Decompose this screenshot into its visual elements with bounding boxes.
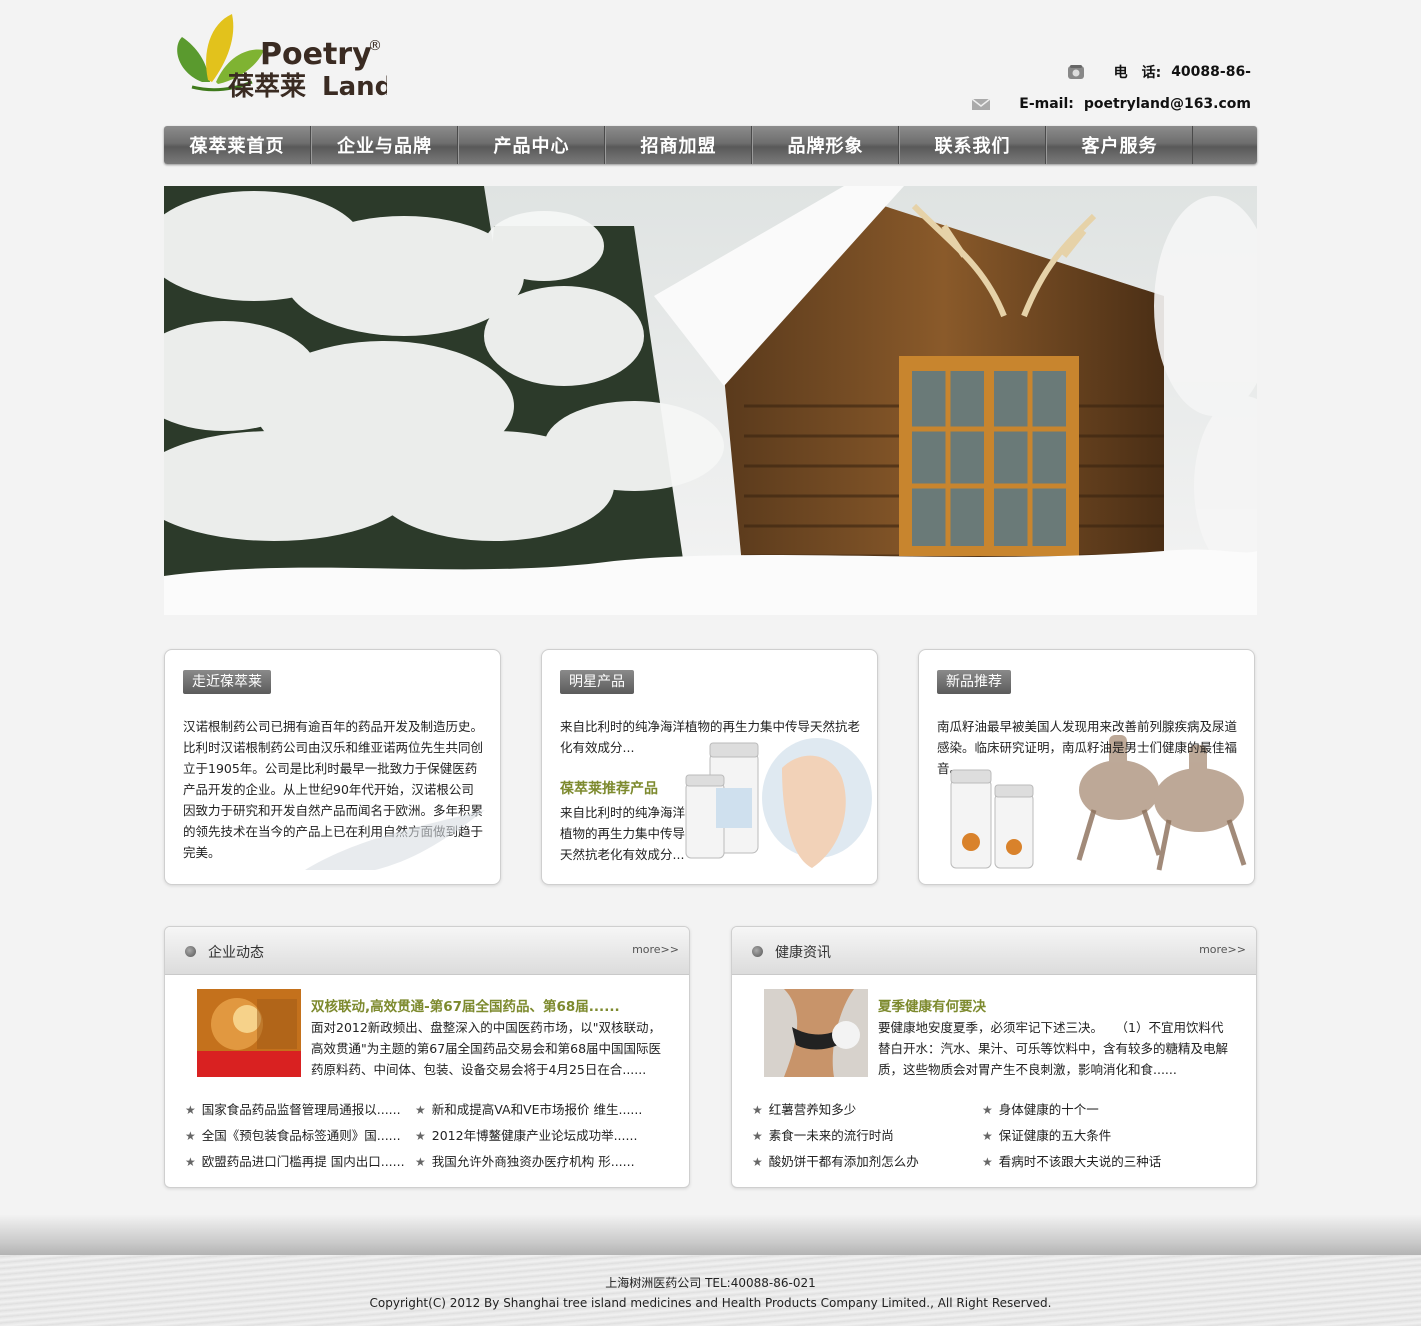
svg-text:葆萃莱: 葆萃莱: [228, 72, 306, 100]
star-icon: ★: [752, 1129, 763, 1143]
health-news-thumbnail[interactable]: [764, 989, 868, 1077]
health-news-feature-title[interactable]: 夏季健康有何要决: [878, 995, 986, 1015]
nav-item-customer-service[interactable]: 客户服务: [1046, 126, 1193, 164]
phone-row: 电 话: 40088-86-: [971, 56, 1251, 88]
footer-copyright: Copyright(C) 2012 By Shanghai tree islan…: [369, 1296, 1052, 1310]
star-product-box: 明星产品 来自比利时的纯净海洋植物的再生力集中传导天然抗老化有效成分... 葆萃…: [541, 649, 878, 885]
nav-item-products[interactable]: 产品中心: [458, 126, 605, 164]
nav-item-home[interactable]: 葆萃莱首页: [164, 126, 311, 164]
company-news-more-link[interactable]: more>>: [632, 943, 679, 956]
health-news-title: 健康资讯: [775, 945, 831, 961]
list-item[interactable]: ★ 欧盟药品进口门槛再提 国内出口......: [185, 1153, 415, 1171]
nav-item-contact[interactable]: 联系我们: [899, 126, 1046, 164]
bird-watermark-icon: [305, 810, 485, 870]
recommended-product-title[interactable]: 葆萃莱推荐产品: [560, 778, 658, 798]
logo-leaf-icon: Poetry Land 葆萃莱 ®: [177, 14, 393, 102]
list-item[interactable]: ★ 新和成提高VA和VE市场报价 维生......: [415, 1101, 655, 1119]
recommended-product-text: 来自比利时的纯净海洋植物的再生力集中传导天然抗老化有效成分...: [560, 805, 686, 862]
footer-divider: [0, 1215, 1421, 1255]
footer-company-line: 上海树洲医药公司 TEL:40088-86-021: [605, 1276, 816, 1290]
nav-item-company-brand[interactable]: 企业与品牌: [311, 126, 458, 164]
company-news-header: 企业动态 more>>: [165, 927, 689, 975]
phone-icon: [1066, 64, 1086, 80]
star-icon: ★: [415, 1103, 426, 1117]
health-news-panel: 健康资讯 more>> 夏季健康有何要决 要健康地安度夏季，必须牢记下述三决。 …: [731, 926, 1257, 1188]
contact-info: 电 话: 40088-86- E-mail: poetryland@163.co…: [971, 56, 1251, 120]
star-icon: ★: [185, 1103, 196, 1117]
email-row: E-mail: poetryland@163.com: [971, 88, 1251, 120]
bullet-icon: [752, 946, 763, 957]
nav-item-brand-image[interactable]: 品牌形象: [752, 126, 899, 164]
list-item[interactable]: ★ 身体健康的十个一: [982, 1101, 1222, 1119]
bullet-icon: [185, 946, 196, 957]
product-bottles-image[interactable]: [682, 728, 872, 878]
list-item[interactable]: ★ 2012年博鳌健康产业论坛成功举......: [415, 1127, 655, 1145]
nav-item-franchise[interactable]: 招商加盟: [605, 126, 752, 164]
health-news-list: ★ 红薯营养知多少 ★ 身体健康的十个一 ★ 素食一未来的流行时尚 ★ 保证健康的五大条…: [752, 1101, 1232, 1171]
star-icon: ★: [415, 1155, 426, 1169]
star-icon: ★: [982, 1129, 993, 1143]
star-product-tag: 明星产品: [560, 670, 634, 694]
pumpkin-seed-bottles-image[interactable]: [947, 762, 1047, 874]
star-icon: ★: [415, 1129, 426, 1143]
svg-text:Land: Land: [322, 72, 387, 100]
list-item[interactable]: ★ 看病时不该跟大夫说的三种话: [982, 1153, 1222, 1171]
new-product-tag: 新品推荐: [937, 670, 1011, 694]
company-news-thumbnail[interactable]: [197, 989, 301, 1077]
list-item[interactable]: ★ 酸奶饼干都有添加剂怎么办: [752, 1153, 982, 1171]
about-tag: 走近葆萃莱: [183, 670, 271, 694]
company-news-feature-title[interactable]: 双核联动,高效贯通-第67届全国药品、第68届......: [311, 995, 620, 1015]
health-news-header: 健康资讯 more>>: [732, 927, 1256, 975]
hero-banner-image: [164, 186, 1257, 615]
health-news-more-link[interactable]: more>>: [1199, 943, 1246, 956]
star-icon: ★: [185, 1155, 196, 1169]
star-icon: ★: [982, 1155, 993, 1169]
site-logo[interactable]: Poetry Land 葆萃莱 ®: [172, 12, 393, 102]
company-news-panel: 企业动态 more>> 双核联动,高效贯通-第67届全国药品、第68届.....…: [164, 926, 690, 1188]
star-icon: ★: [982, 1103, 993, 1117]
company-news-title: 企业动态: [208, 945, 264, 961]
list-item[interactable]: ★ 全国《预包装食品标签通则》国......: [185, 1127, 415, 1145]
list-item[interactable]: ★ 红薯营养知多少: [752, 1101, 982, 1119]
star-icon: ★: [185, 1129, 196, 1143]
star-icon: ★: [752, 1155, 763, 1169]
about-box: 走近葆萃莱 汉诺根制药公司已拥有逾百年的药品开发及制造历史。比利时汉诺根制药公司…: [164, 649, 501, 885]
phone-value: 40088-86-: [1171, 64, 1251, 80]
company-news-feature-text: 面对2012新政频出、盘整深入的中国医药市场，以"双核联动，高效贯通"为主题的第…: [311, 1020, 662, 1077]
list-item[interactable]: ★ 我国允许外商独资办医疗机构 形......: [415, 1153, 655, 1171]
phone-label: 电 话:: [1113, 65, 1162, 81]
health-news-feature-text: 要健康地安度夏季，必须牢记下述三决。 （1）不宜用饮料代替白开水：汽水、果汁、可…: [878, 1020, 1229, 1077]
main-nav: 葆萃莱首页 企业与品牌 产品中心 招商加盟 品牌形象 联系我们 客户服务: [164, 126, 1257, 164]
list-item[interactable]: ★ 国家食品药品监督管理局通报以......: [185, 1101, 415, 1119]
list-item[interactable]: ★ 保证健康的五大条件: [982, 1127, 1222, 1145]
company-news-list: ★ 国家食品药品监督管理局通报以...... ★ 新和成提高VA和VE市场报价 维生…: [185, 1101, 665, 1171]
star-icon: ★: [752, 1103, 763, 1117]
new-product-box: 新品推荐 南瓜籽油最早被美国人发现用来改善前列腺疾病及尿道感染。临床研究证明，南…: [918, 649, 1255, 885]
list-item[interactable]: ★ 素食一未来的流行时尚: [752, 1127, 982, 1145]
horse-riders-image: [1076, 735, 1247, 871]
envelope-icon: [971, 96, 991, 112]
email-value[interactable]: poetryland@163.com: [1084, 96, 1251, 112]
svg-text:Poetry: Poetry: [260, 37, 372, 72]
site-footer: 上海树洲医药公司 TEL:40088-86-021 Copyright(C) 2…: [0, 1215, 1421, 1326]
svg-text:®: ®: [368, 38, 382, 54]
email-label: E-mail:: [1019, 96, 1074, 112]
